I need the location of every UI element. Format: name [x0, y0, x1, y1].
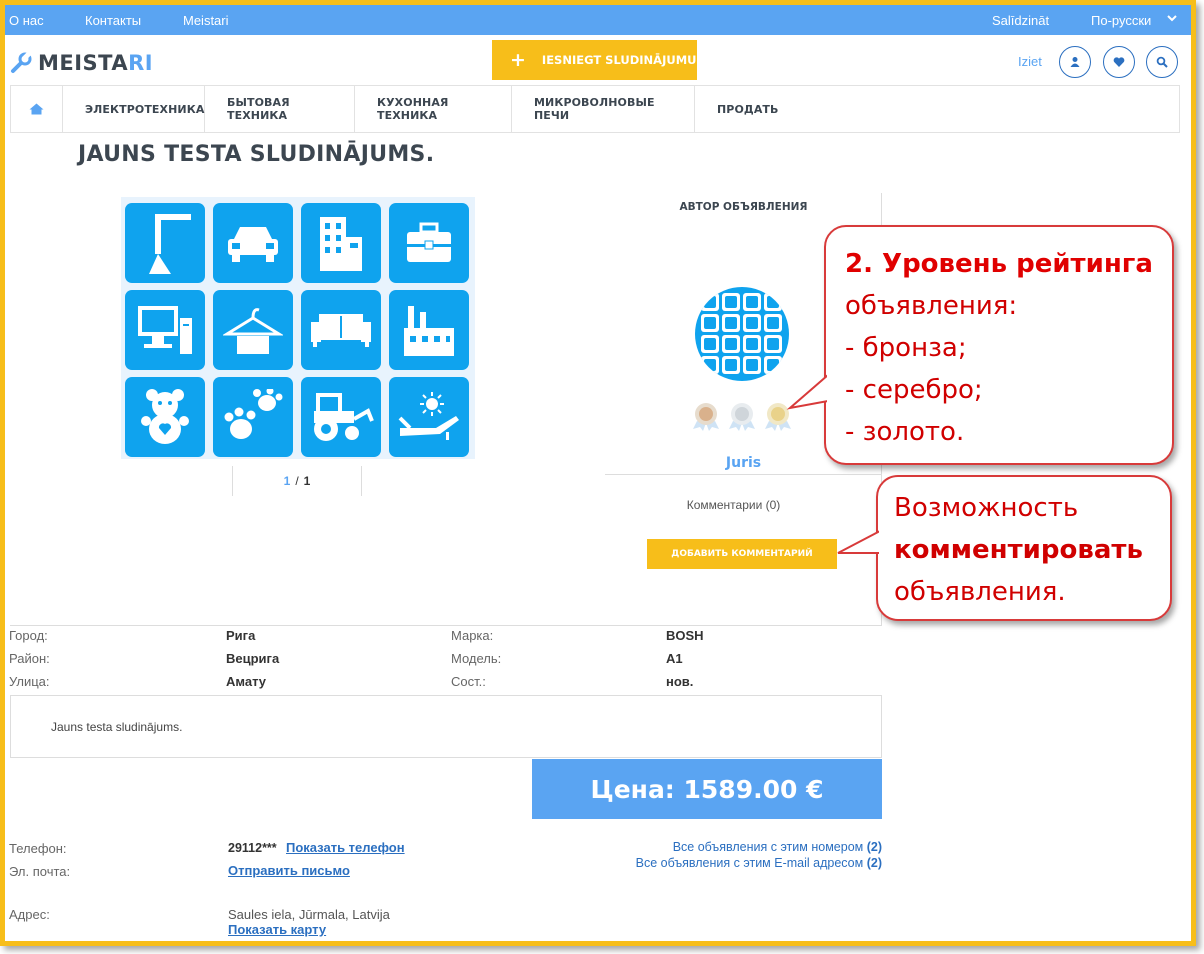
- site-logo[interactable]: MEISTARI: [10, 49, 153, 77]
- wrench-icon: [11, 52, 32, 73]
- brand-label: Марка:: [451, 628, 494, 643]
- phone-value: 29112***: [228, 841, 277, 855]
- all-ads-by-phone-link[interactable]: Все объявления с этим номером (2): [482, 840, 882, 854]
- home-icon: [29, 103, 44, 115]
- nav-item-household[interactable]: БЫТОВАЯ ТЕХНИКА: [205, 86, 355, 132]
- ad-description: Jauns testa sludinājums.: [10, 695, 882, 758]
- callout-pointer: [786, 373, 833, 410]
- top-link-meistari[interactable]: Meistari: [183, 13, 229, 28]
- submit-ad-button[interactable]: + IESNIEGT SLUDINĀJUMU: [492, 40, 697, 80]
- model-value: A1: [666, 651, 683, 666]
- pager-current: 1: [283, 474, 291, 488]
- sofa-icon: [301, 290, 381, 370]
- sunbed-icon: [389, 377, 469, 457]
- phone-label: Телефон:: [9, 841, 67, 856]
- page-title: JAUNS TESTA SLUDINĀJUMS.: [78, 142, 435, 167]
- add-comment-button[interactable]: ДОБАВИТЬ КОММЕНТАРИЙ: [647, 539, 837, 569]
- nav-item-kitchen[interactable]: КУХОННАЯ ТЕХНИКА: [355, 86, 512, 132]
- district-label: Район:: [9, 651, 50, 666]
- district-value: Вецрига: [226, 651, 280, 666]
- submit-ad-label: IESNIEGT SLUDINĀJUMU: [541, 53, 697, 67]
- rating-medals: [691, 401, 793, 431]
- user-button[interactable]: [1059, 46, 1091, 78]
- ad-image[interactable]: [121, 197, 475, 459]
- top-link-about[interactable]: О нас: [9, 13, 44, 28]
- bronze-medal-icon: [693, 403, 719, 431]
- all-ads-by-email-label: Все объявления с этим E-mail адресом: [635, 856, 864, 870]
- tractor-icon: [301, 377, 381, 457]
- comment-callout-line: комментировать: [894, 535, 1143, 565]
- image-pager[interactable]: 1 / 1: [232, 466, 362, 496]
- silver-medal-icon: [729, 403, 755, 431]
- chevron-down-icon[interactable]: [1165, 11, 1179, 25]
- callout-pointer: [837, 529, 885, 555]
- price-banner: Цена: 1589.00 €: [532, 759, 882, 819]
- street-label: Улица:: [9, 674, 50, 689]
- car-icon: [213, 203, 293, 283]
- nav-item-microwave[interactable]: МИКРОВОЛНОВЫЕ ПЕЧИ: [512, 86, 695, 132]
- brand-value: BOSH: [666, 628, 704, 643]
- top-bar: О нас Контакты Meistari Salīdzināt По-ру…: [5, 5, 1191, 35]
- email-label: Эл. почта:: [9, 864, 71, 879]
- show-phone-link[interactable]: Показать телефон: [286, 840, 405, 855]
- nav-item-electro[interactable]: ЭЛЕКТРОТЕХНИКА: [63, 86, 205, 132]
- pager-total: 1: [303, 474, 311, 488]
- nav-item-sell[interactable]: ПРОДАТЬ: [695, 86, 801, 132]
- all-ads-by-email-count: (2): [866, 856, 882, 870]
- rating-callout-line: - золото.: [845, 417, 965, 447]
- address-label: Адрес:: [9, 907, 50, 922]
- all-ads-by-phone-count: (2): [866, 840, 882, 854]
- gold-medal-icon: [765, 403, 791, 431]
- search-button[interactable]: [1146, 46, 1178, 78]
- user-icon: [1070, 57, 1080, 67]
- comment-callout-line: объявления.: [894, 577, 1066, 607]
- rating-callout-title: 2. Уровень рейтинга: [845, 249, 1153, 279]
- search-icon: [1156, 56, 1168, 68]
- rating-callout: 2. Уровень рейтинга объявления: - бронза…: [786, 225, 1174, 465]
- all-ads-by-phone-label: Все объявления с этим номером: [672, 840, 864, 854]
- avatar: [695, 287, 789, 381]
- logout-link[interactable]: Iziet: [1018, 54, 1042, 69]
- send-email-link[interactable]: Отправить письмо: [228, 863, 350, 878]
- briefcase-icon: [389, 203, 469, 283]
- nav-home[interactable]: [11, 86, 63, 132]
- category-nav: ЭЛЕКТРОТЕХНИКА БЫТОВАЯ ТЕХНИКА КУХОННАЯ …: [10, 85, 1180, 133]
- show-map-link[interactable]: Показать карту: [228, 922, 326, 937]
- comments-count[interactable]: Комментарии (0): [605, 498, 862, 512]
- rating-callout-line: - бронза;: [845, 333, 967, 363]
- screenshot-frame: О нас Контакты Meistari Salīdzināt По-ру…: [0, 0, 1196, 946]
- factory-icon: [389, 290, 469, 370]
- plus-icon: +: [510, 48, 526, 71]
- heart-icon: [1113, 57, 1125, 67]
- condition-value: нов.: [666, 674, 694, 689]
- favorites-button[interactable]: [1103, 46, 1135, 78]
- hanger-icon: [213, 290, 293, 370]
- crane-icon: [125, 203, 205, 283]
- language-select[interactable]: По-русски: [1091, 13, 1151, 28]
- building-icon: [301, 203, 381, 283]
- pager-separator: /: [295, 474, 299, 488]
- divider: [10, 625, 882, 626]
- all-ads-by-email-link[interactable]: Все объявления с этим E-mail адресом (2): [482, 856, 882, 870]
- rating-callout-line: - серебро;: [845, 375, 983, 405]
- divider: [605, 474, 882, 475]
- model-label: Модель:: [451, 651, 502, 666]
- top-link-compare[interactable]: Salīdzināt: [992, 13, 1049, 28]
- comment-callout: Возможность комментировать объявления.: [837, 475, 1172, 621]
- city-value: Рига: [226, 628, 256, 643]
- street-value: Амату: [226, 674, 266, 689]
- logo-text-accent: RI: [128, 51, 154, 75]
- teddy-bear-icon: [125, 377, 205, 457]
- author-header: АВТОР ОБЪЯВЛЕНИЯ: [679, 201, 808, 213]
- city-label: Город:: [9, 628, 48, 643]
- address-value: Saules iela, Jūrmala, Latvija: [228, 907, 390, 922]
- paw-icon: [213, 377, 293, 457]
- computer-icon: [125, 290, 205, 370]
- rating-callout-line: объявления:: [845, 291, 1018, 321]
- top-link-contacts[interactable]: Контакты: [85, 13, 141, 28]
- comment-callout-line: Возможность: [894, 493, 1079, 523]
- logo-text: MEISTA: [38, 51, 129, 75]
- condition-label: Сост.:: [451, 674, 486, 689]
